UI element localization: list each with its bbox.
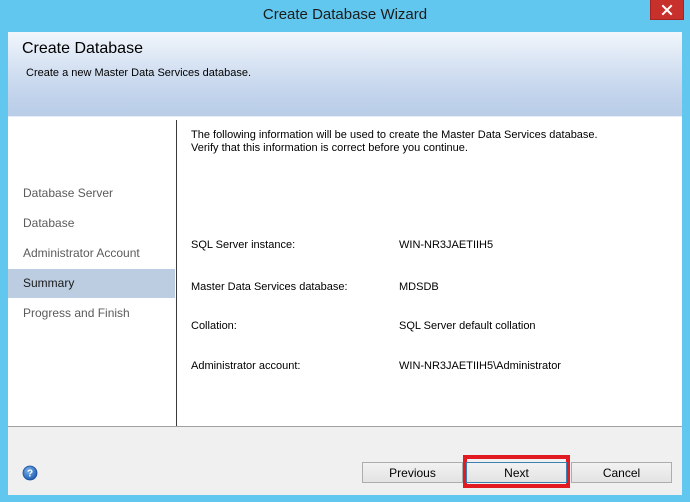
previous-button[interactable]: Previous <box>362 462 463 483</box>
nav-item-database[interactable]: Database <box>8 209 175 238</box>
sql-server-instance-value: WIN-NR3JAETIIH5 <box>399 239 494 251</box>
nav-item-progress-and-finish[interactable]: Progress and Finish <box>8 299 175 328</box>
wizard-footer: ? Previous Next Cancel <box>8 427 682 495</box>
header-divider <box>8 116 682 117</box>
page-subtitle: Create a new Master Data Services databa… <box>26 67 252 79</box>
collation-label: Collation: <box>191 320 237 332</box>
mds-database-label: Master Data Services database: <box>191 281 348 293</box>
administrator-account-value: WIN-NR3JAETIIH5\Administrator <box>399 360 561 372</box>
collation-value: SQL Server default collation <box>399 320 536 332</box>
administrator-account-label: Administrator account: <box>191 360 301 372</box>
intro-line-2: Verify that this information is correct … <box>191 142 468 154</box>
wizard-header: Create Database Create a new Master Data… <box>8 32 682 116</box>
next-button[interactable]: Next <box>466 462 567 483</box>
nav-item-summary[interactable]: Summary <box>8 269 175 298</box>
svg-text:?: ? <box>27 469 33 480</box>
nav-item-administrator-account[interactable]: Administrator Account <box>8 239 175 268</box>
mds-database-value: MDSDB <box>399 281 439 293</box>
intro-text: The following information will be used t… <box>191 129 598 155</box>
wizard-window: Create Database Wizard Create Database C… <box>0 0 690 502</box>
window-title: Create Database Wizard <box>262 6 428 23</box>
summary-panel: The following information will be used t… <box>177 120 682 426</box>
nav-item-database-server[interactable]: Database Server <box>8 179 175 208</box>
intro-line-1: The following information will be used t… <box>191 129 598 141</box>
sql-server-instance-label: SQL Server instance: <box>191 239 296 251</box>
title-bar[interactable]: Create Database Wizard <box>0 0 690 32</box>
cancel-button[interactable]: Cancel <box>571 462 672 483</box>
help-icon[interactable]: ? <box>22 465 38 481</box>
page-title: Create Database <box>22 40 143 57</box>
close-icon <box>661 4 673 15</box>
wizard-client-area: Create Database Create a new Master Data… <box>8 32 682 495</box>
wizard-steps-nav: Database Server Database Administrator A… <box>8 120 176 426</box>
close-button[interactable] <box>650 0 684 20</box>
